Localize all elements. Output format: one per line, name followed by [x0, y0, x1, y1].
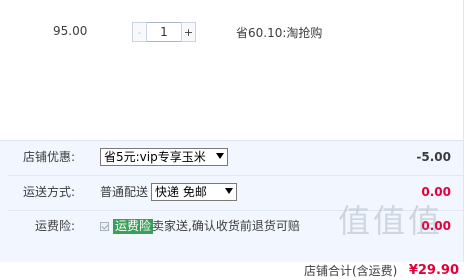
row-divider	[8, 175, 463, 176]
shipping-label: 运送方式:	[22, 185, 75, 199]
shop-discount-select[interactable]: 省5元:vip专享玉米	[100, 148, 228, 166]
shipping-method: 普通配送	[100, 185, 149, 199]
shipping-select[interactable]: 快递 免邮	[151, 183, 237, 201]
quantity-stepper[interactable]: - 1 +	[132, 22, 196, 42]
increase-quantity-button[interactable]: +	[181, 22, 196, 42]
shipping-insurance-checkbox[interactable]	[100, 222, 109, 231]
chevron-down-icon	[216, 153, 224, 159]
shipping-selected: 快递 免邮	[155, 185, 207, 199]
item-saving-note: 省60.10:淘抢购	[236, 26, 323, 40]
shop-discount-amount: -5.00	[416, 150, 451, 164]
shop-discount-row: 店铺优惠: 省5元:vip专享玉米 -5.00	[0, 143, 463, 171]
shop-discount-selected: 省5元:vip专享玉米	[104, 150, 206, 164]
shop-total-row: 店铺合计(含运费) ¥29.90	[0, 262, 473, 280]
decrease-quantity-button[interactable]: -	[132, 22, 147, 42]
panel-right-border	[463, 0, 464, 262]
shop-total-amount: ¥29.90	[408, 263, 459, 278]
shipping-insurance-tag: 运费险	[113, 219, 154, 234]
watermark-logo: 值值值	[338, 202, 444, 240]
shipping-insurance-label: 运费险:	[34, 219, 75, 233]
shop-total-label: 店铺合计(含运费)	[304, 264, 398, 278]
item-price: 95.00	[53, 24, 88, 38]
shipping-insurance-desc: 卖家送,确认收货前退货可赔	[152, 219, 300, 233]
chevron-down-icon	[225, 188, 233, 194]
shop-discount-label: 店铺优惠:	[22, 150, 75, 164]
quantity-input[interactable]: 1	[147, 22, 181, 42]
